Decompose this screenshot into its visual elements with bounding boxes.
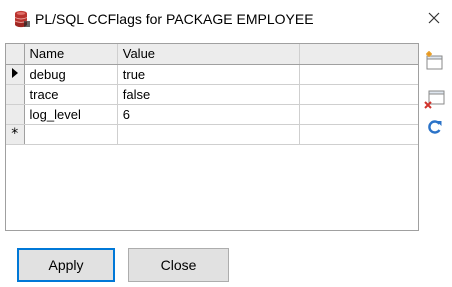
ccflags-dialog: PL/SQL CCFlags for PACKAGE EMPLOYEE Name… <box>0 0 452 287</box>
cell-name[interactable]: trace <box>24 84 118 105</box>
column-header-value[interactable]: Value <box>117 44 301 65</box>
cell-value[interactable]: false <box>117 84 301 105</box>
current-row-indicator <box>6 64 25 85</box>
new-row-indicator: * <box>6 124 25 145</box>
close-window-icon[interactable] <box>422 6 446 30</box>
header-filler <box>299 44 418 65</box>
close-button[interactable]: Close <box>128 248 229 282</box>
apply-button[interactable]: Apply <box>17 248 115 282</box>
new-row[interactable]: * <box>6 124 418 145</box>
table-row[interactable]: debug true <box>6 64 418 85</box>
delete-row-icon[interactable] <box>424 88 446 110</box>
table-row[interactable]: log_level 6 <box>6 104 418 125</box>
refresh-icon[interactable] <box>424 116 446 138</box>
cell-value-new[interactable] <box>117 124 301 145</box>
row-filler <box>299 84 418 105</box>
cell-value[interactable]: 6 <box>117 104 301 125</box>
column-header-name[interactable]: Name <box>24 44 118 65</box>
cell-name[interactable]: debug <box>24 64 118 85</box>
row-filler <box>299 64 418 85</box>
title-bar: PL/SQL CCFlags for PACKAGE EMPLOYEE <box>0 0 452 38</box>
add-row-icon[interactable] <box>424 50 446 72</box>
row-filler <box>299 104 418 125</box>
row-indicator-header <box>6 44 25 65</box>
cell-name-new[interactable] <box>24 124 118 145</box>
table-row[interactable]: trace false <box>6 84 418 105</box>
ccflags-table: Name Value debug true trace false log_le… <box>6 44 418 145</box>
ccflags-grid[interactable]: Name Value debug true trace false log_le… <box>5 43 419 231</box>
row-indicator <box>6 84 25 105</box>
grid-header-row: Name Value <box>6 44 418 65</box>
current-row-arrow-icon <box>11 67 18 78</box>
row-filler <box>299 124 418 145</box>
new-row-marker: * <box>11 126 19 142</box>
row-indicator <box>6 104 25 125</box>
dialog-title: PL/SQL CCFlags for PACKAGE EMPLOYEE <box>35 11 314 27</box>
database-icon <box>14 10 30 28</box>
cell-name[interactable]: log_level <box>24 104 118 125</box>
cell-value[interactable]: true <box>117 64 301 85</box>
